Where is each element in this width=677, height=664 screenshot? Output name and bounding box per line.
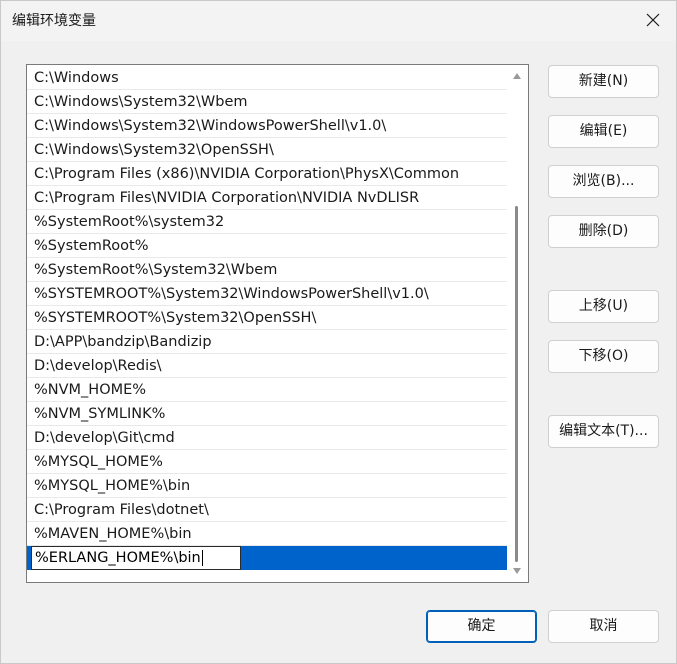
list-item[interactable]: C:\Windows\System32\OpenSSH\ (27, 138, 507, 162)
browse-button[interactable]: 浏览(B)... (548, 165, 659, 198)
list-item[interactable]: C:\Windows\System32\WindowsPowerShell\v1… (27, 114, 507, 138)
list-item[interactable]: D:\develop\Git\cmd (27, 426, 507, 450)
list-item[interactable]: D:\develop\Redis\ (27, 354, 507, 378)
list-item[interactable]: %MAVEN_HOME%\bin (27, 522, 507, 546)
scroll-up-button[interactable] (507, 67, 527, 85)
list-item[interactable]: C:\Windows\System32\Wbem (27, 90, 507, 114)
list-item[interactable]: C:\Program Files (x86)\NVIDIA Corporatio… (27, 162, 507, 186)
list-item[interactable]: %NVM_SYMLINK% (27, 402, 507, 426)
window-title: 编辑环境变量 (12, 13, 96, 29)
list-item-selected[interactable]: %ERLANG_HOME%\bin (27, 546, 507, 570)
list-item[interactable]: %SYSTEMROOT%\System32\WindowsPowerShell\… (27, 282, 507, 306)
close-icon (646, 13, 660, 27)
list-item[interactable]: %SystemRoot% (27, 234, 507, 258)
list-item[interactable]: %SystemRoot%\System32\Wbem (27, 258, 507, 282)
scroll-thumb[interactable] (515, 206, 518, 562)
path-list[interactable]: C:\Windows C:\Windows\System32\Wbem C:\W… (26, 64, 529, 583)
list-item[interactable]: %SystemRoot%\system32 (27, 210, 507, 234)
cancel-button[interactable]: 取消 (548, 610, 659, 643)
ok-button[interactable]: 确定 (426, 610, 537, 643)
triangle-up-icon (513, 73, 521, 79)
edit-env-var-dialog: 编辑环境变量 C:\Windows C:\Windows\System32\Wb… (0, 0, 677, 664)
vertical-scrollbar[interactable] (507, 65, 527, 582)
list-item[interactable]: %SYSTEMROOT%\System32\OpenSSH\ (27, 306, 507, 330)
title-bar: 编辑环境变量 (1, 1, 676, 41)
move-up-button[interactable]: 上移(U) (548, 290, 659, 323)
list-item[interactable]: C:\Program Files\NVIDIA Corporation\NVID… (27, 186, 507, 210)
new-button[interactable]: 新建(N) (548, 65, 659, 98)
move-down-button[interactable]: 下移(O) (548, 340, 659, 373)
triangle-down-icon (513, 568, 521, 574)
list-item[interactable]: C:\Windows (27, 66, 507, 90)
inline-edit-value: %ERLANG_HOME%\bin (35, 550, 201, 566)
edit-button[interactable]: 编辑(E) (548, 115, 659, 148)
scroll-down-button[interactable] (507, 562, 527, 580)
edit-text-button[interactable]: 编辑文本(T)... (548, 415, 659, 448)
inline-edit-field[interactable]: %ERLANG_HOME%\bin (31, 546, 241, 570)
list-item[interactable]: D:\APP\bandzip\Bandizip (27, 330, 507, 354)
list-item[interactable]: %MYSQL_HOME% (27, 450, 507, 474)
list-item[interactable]: %MYSQL_HOME%\bin (27, 474, 507, 498)
close-button[interactable] (630, 1, 676, 39)
delete-button[interactable]: 删除(D) (548, 215, 659, 248)
text-caret (201, 550, 203, 566)
list-item[interactable]: %NVM_HOME% (27, 378, 507, 402)
list-item[interactable]: C:\Program Files\dotnet\ (27, 498, 507, 522)
